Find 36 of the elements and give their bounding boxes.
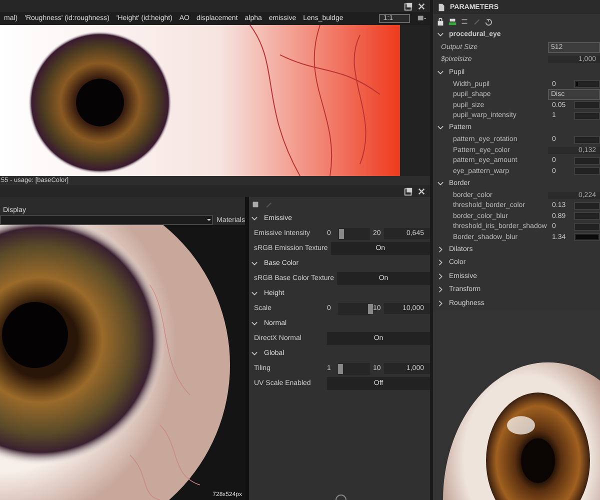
chevron-down-icon [437, 180, 444, 187]
slider-track[interactable] [574, 233, 600, 242]
slider-thumb[interactable] [368, 304, 374, 314]
chevron-down-icon [437, 31, 444, 38]
slider-track[interactable] [574, 222, 600, 231]
slider-track[interactable] [574, 167, 600, 176]
chevron-down-icon [251, 260, 258, 267]
caret-icon [206, 217, 212, 223]
slider-track[interactable] [338, 362, 370, 374]
lock-icon[interactable] [436, 16, 445, 26]
slider-track[interactable] [574, 212, 600, 220]
slider-fill[interactable] [576, 235, 598, 240]
slider-track[interactable] [574, 101, 600, 110]
chevron-down-icon [437, 124, 444, 132]
slider-thumb[interactable] [338, 228, 344, 238]
display-icon[interactable] [417, 14, 426, 23]
chevron-down-icon [251, 290, 258, 297]
slider-track[interactable] [574, 112, 600, 120]
slider-thumb[interactable] [338, 364, 343, 374]
document-icon [437, 2, 446, 12]
chevron-down-icon [251, 215, 258, 222]
slider-track[interactable] [574, 156, 600, 165]
reset-icon[interactable] [484, 16, 493, 26]
restore-icon[interactable] [404, 2, 413, 10]
restore-icon[interactable] [404, 186, 413, 196]
chevron-down-icon [437, 68, 444, 76]
slider-track[interactable] [574, 80, 600, 88]
close-icon[interactable] [417, 186, 426, 196]
slider-track[interactable] [574, 202, 600, 210]
slider-track[interactable] [338, 228, 370, 240]
chevron-down-icon [251, 350, 258, 357]
close-icon[interactable] [417, 2, 426, 10]
chevron-down-icon [251, 320, 258, 327]
pencil-icon[interactable] [472, 16, 481, 26]
slider-track[interactable] [338, 302, 370, 314]
slider-track[interactable] [574, 136, 600, 144]
